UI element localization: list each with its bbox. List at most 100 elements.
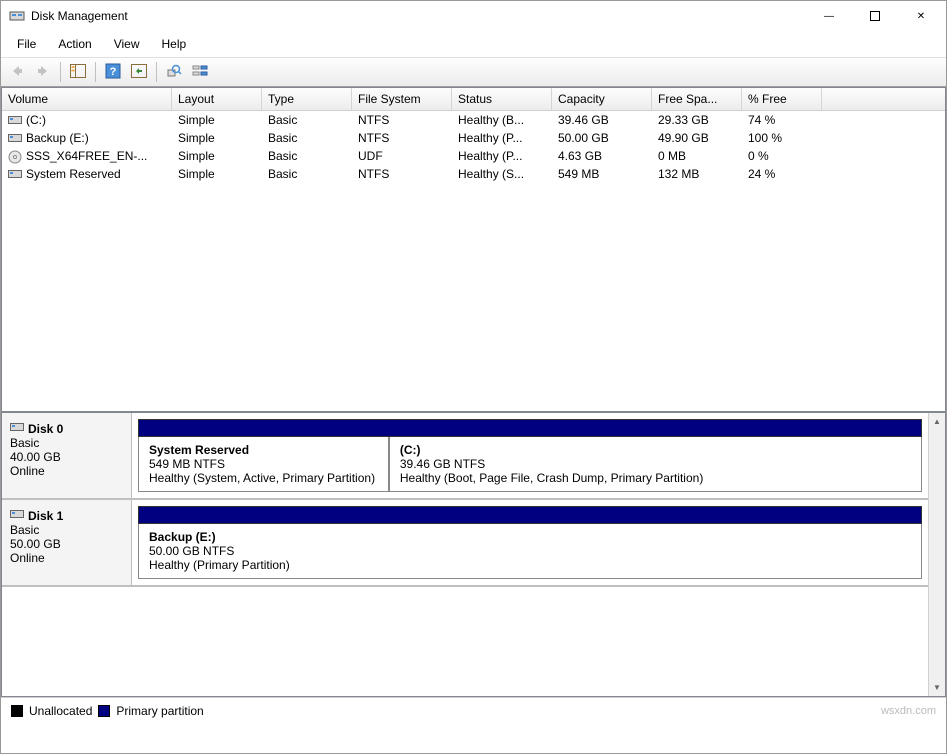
column-header-percent-free[interactable]: % Free [742, 88, 822, 110]
legend-label-primary: Primary partition [116, 704, 203, 718]
volume-list-header: Volume Layout Type File System Status Ca… [2, 88, 945, 111]
volume-status: Healthy (S... [452, 165, 552, 183]
scrollbar-track[interactable] [929, 430, 945, 679]
svg-text:?: ? [110, 66, 117, 78]
refresh-icon [131, 64, 147, 81]
partition-block[interactable]: Backup (E:)50.00 GB NTFSHealthy (Primary… [138, 524, 922, 579]
legend: Unallocated Primary partition wsxdn.com [1, 697, 946, 724]
disk-type: Basic [10, 523, 123, 537]
volume-layout: Simple [172, 111, 262, 129]
menu-bar: File Action View Help [1, 31, 946, 57]
menu-file[interactable]: File [7, 33, 46, 55]
disk-info-panel[interactable]: Disk 1Basic50.00 GBOnline [2, 500, 132, 585]
properties-button[interactable] [162, 61, 186, 83]
menu-help[interactable]: Help [152, 33, 197, 55]
scroll-down-icon[interactable]: ▼ [929, 679, 945, 696]
legend-swatch-primary [98, 705, 110, 717]
partition-info: 50.00 GB NTFS [149, 544, 911, 558]
settings-button[interactable] [188, 61, 212, 83]
legend-label-unallocated: Unallocated [29, 704, 92, 718]
disk-partitions: Backup (E:)50.00 GB NTFSHealthy (Primary… [132, 500, 928, 585]
volume-status: Healthy (P... [452, 129, 552, 147]
partition-block[interactable]: (C:)39.46 GB NTFSHealthy (Boot, Page Fil… [389, 437, 922, 492]
show-hide-console-button[interactable] [66, 61, 90, 83]
legend-swatch-unallocated [11, 705, 23, 717]
column-header-capacity[interactable]: Capacity [552, 88, 652, 110]
partition-info: 549 MB NTFS [149, 457, 378, 471]
maximize-button[interactable] [852, 1, 898, 31]
disk-type: Basic [10, 436, 123, 450]
menu-action[interactable]: Action [48, 33, 101, 55]
disk-name: Disk 0 [28, 422, 63, 436]
disk-icon [10, 421, 24, 436]
disk-size: 50.00 GB [10, 537, 123, 551]
volume-row[interactable]: System ReservedSimpleBasicNTFSHealthy (S… [2, 165, 945, 183]
column-header-filesystem[interactable]: File System [352, 88, 452, 110]
partition-name: Backup (E:) [149, 530, 911, 544]
scroll-up-icon[interactable]: ▲ [929, 413, 945, 430]
watermark: wsxdn.com [881, 705, 936, 717]
partition-info: 39.46 GB NTFS [400, 457, 911, 471]
toolbar: ? [1, 57, 946, 87]
volume-capacity: 50.00 GB [552, 129, 652, 147]
volume-free-space: 49.90 GB [652, 129, 742, 147]
help-icon: ? [105, 63, 121, 82]
menu-view[interactable]: View [104, 33, 150, 55]
volume-row[interactable]: (C:)SimpleBasicNTFSHealthy (B...39.46 GB… [2, 111, 945, 129]
volume-name: System Reserved [26, 167, 121, 181]
volume-row[interactable]: SSS_X64FREE_EN-...SimpleBasicUDFHealthy … [2, 147, 945, 165]
column-header-layout[interactable]: Layout [172, 88, 262, 110]
volume-icon [8, 168, 22, 180]
volume-icon [8, 132, 22, 144]
volume-type: Basic [262, 147, 352, 165]
disk-color-bar [138, 506, 922, 524]
volume-type: Basic [262, 129, 352, 147]
partition-name: (C:) [400, 443, 911, 457]
properties-icon [166, 64, 182, 81]
list-settings-icon [192, 64, 208, 81]
column-header-type[interactable]: Type [262, 88, 352, 110]
volume-name: SSS_X64FREE_EN-... [26, 149, 147, 163]
column-header-free-space[interactable]: Free Spa... [652, 88, 742, 110]
volume-capacity: 4.63 GB [552, 147, 652, 165]
volume-list-body: (C:)SimpleBasicNTFSHealthy (B...39.46 GB… [2, 111, 945, 411]
volume-type: Basic [262, 165, 352, 183]
console-tree-icon [70, 64, 86, 81]
toolbar-separator [156, 62, 157, 82]
volume-percent-free: 74 % [742, 111, 822, 129]
volume-icon [8, 114, 22, 126]
disk-info-panel[interactable]: Disk 0Basic40.00 GBOnline [2, 413, 132, 498]
disk-icon [10, 508, 24, 523]
volume-name: (C:) [26, 113, 46, 127]
toolbar-separator [95, 62, 96, 82]
forward-button[interactable] [31, 61, 55, 83]
refresh-button[interactable] [127, 61, 151, 83]
volume-percent-free: 24 % [742, 165, 822, 183]
disk-row: Disk 0Basic40.00 GBOnlineSystem Reserved… [2, 413, 928, 500]
volume-percent-free: 100 % [742, 129, 822, 147]
disk-name: Disk 1 [28, 509, 63, 523]
column-header-volume[interactable]: Volume [2, 88, 172, 110]
disk-graphical-view: Disk 0Basic40.00 GBOnlineSystem Reserved… [1, 412, 946, 697]
volume-name: Backup (E:) [26, 131, 89, 145]
volume-layout: Simple [172, 129, 262, 147]
disk-state: Online [10, 464, 123, 478]
window-title: Disk Management [31, 9, 806, 23]
vertical-scrollbar[interactable]: ▲ ▼ [928, 413, 945, 696]
minimize-button[interactable]: — [806, 1, 852, 31]
column-header-status[interactable]: Status [452, 88, 552, 110]
volume-status: Healthy (B... [452, 111, 552, 129]
close-button[interactable]: ✕ [898, 1, 944, 31]
arrow-left-icon [10, 64, 24, 81]
volume-free-space: 0 MB [652, 147, 742, 165]
back-button[interactable] [5, 61, 29, 83]
volume-layout: Simple [172, 165, 262, 183]
volume-filesystem: NTFS [352, 129, 452, 147]
partition-status: Healthy (Boot, Page File, Crash Dump, Pr… [400, 471, 911, 485]
volume-layout: Simple [172, 147, 262, 165]
volume-type: Basic [262, 111, 352, 129]
toolbar-separator [60, 62, 61, 82]
volume-row[interactable]: Backup (E:) SimpleBasicNTFSHealthy (P...5… [2, 129, 945, 147]
help-button[interactable]: ? [101, 61, 125, 83]
partition-block[interactable]: System Reserved549 MB NTFSHealthy (Syste… [138, 437, 389, 492]
